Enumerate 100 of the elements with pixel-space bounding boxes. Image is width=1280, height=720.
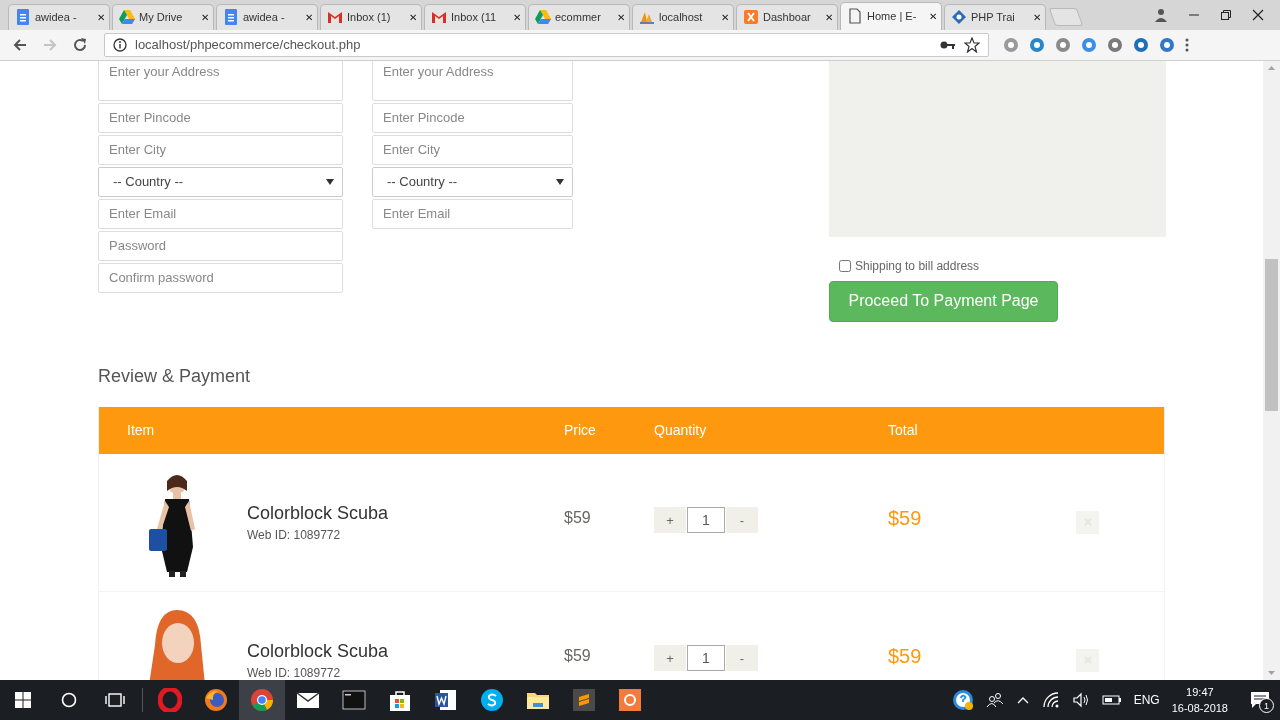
close-tab-button[interactable]: ✕ <box>617 11 625 23</box>
close-tab-button[interactable]: ✕ <box>97 11 105 23</box>
search-icon[interactable] <box>61 692 77 708</box>
menu-icon[interactable] <box>1185 37 1189 52</box>
browser-tab[interactable]: Inbox (1) ✕ <box>320 3 422 30</box>
close-tab-button[interactable]: ✕ <box>305 11 313 23</box>
user-icon[interactable] <box>1154 8 1168 22</box>
browser-tab[interactable]: My Drive ✕ <box>112 3 214 30</box>
wifi-icon[interactable] <box>1041 692 1060 708</box>
decrement-button[interactable]: - <box>726 645 758 672</box>
extension-icon[interactable] <box>1159 36 1175 53</box>
envelope-m-icon <box>327 9 343 26</box>
browser-tab[interactable]: Dashboar ✕ <box>736 3 838 30</box>
decrement-button[interactable]: - <box>726 507 758 534</box>
column-header: Quantity <box>654 422 708 439</box>
close-tab-button[interactable]: ✕ <box>721 11 729 23</box>
browser-tab[interactable]: PHP Trai ✕ <box>944 3 1046 30</box>
section-title: Review & Payment <box>98 365 251 387</box>
input-field[interactable]: Enter Email <box>98 198 343 229</box>
column-header: Price <box>564 422 597 439</box>
input-field[interactable]: Enter City <box>98 134 343 165</box>
shopping-bag-icon <box>388 688 412 712</box>
close-tab-button[interactable]: ✕ <box>409 11 417 23</box>
s-logo-icon <box>572 688 596 712</box>
password-field[interactable]: Password <box>98 230 343 261</box>
scrollbar-thumb[interactable] <box>1265 258 1278 411</box>
browser-tab[interactable]: Inbox (11 ✕ <box>424 3 526 30</box>
clock[interactable]: 19:47 16-08-2018 <box>1171 684 1228 716</box>
reload-icon[interactable] <box>72 36 88 53</box>
language-indicator[interactable]: ENG <box>1133 693 1160 707</box>
volume-icon[interactable] <box>1071 692 1090 708</box>
checkbox-label: Shipping to bill address <box>855 258 980 273</box>
input-field[interactable]: Enter Pincode <box>372 102 573 133</box>
document-icon <box>15 9 31 26</box>
password-field[interactable]: Confirm password <box>98 262 343 293</box>
extension-icon[interactable] <box>1081 36 1097 53</box>
caret-icon <box>556 178 564 185</box>
input-field[interactable]: Enter City <box>372 134 573 165</box>
task-view-icon[interactable] <box>105 692 125 708</box>
country-select[interactable]: -- Country -- <box>98 166 343 197</box>
quantity-field[interactable]: 1 <box>687 507 725 534</box>
quantity-field[interactable]: 1 <box>687 645 725 672</box>
total-price: $59 <box>888 506 922 530</box>
browser-tab[interactable]: ecommer ✕ <box>528 3 630 30</box>
column-header: Total <box>888 422 919 439</box>
browser-tab[interactable]: awidea - ✕ <box>216 3 318 30</box>
address-field[interactable]: Enter your Address <box>372 60 573 101</box>
browser-logo-icon <box>250 688 274 712</box>
extension-icon[interactable] <box>1133 36 1149 53</box>
battery-icon[interactable] <box>1101 694 1122 706</box>
windows-start-icon[interactable] <box>15 692 31 708</box>
web-id: Web ID: 1089772 <box>247 665 342 680</box>
square-logo-icon <box>743 9 759 26</box>
increment-button[interactable]: + <box>654 507 686 534</box>
triangle-icon <box>119 9 135 26</box>
browser-tab[interactable]: awidea - ✕ <box>8 3 110 30</box>
envelope-m-icon <box>431 9 447 26</box>
increment-button[interactable]: + <box>654 645 686 672</box>
address-bar[interactable]: localhost/phpecommerce/checkout.php <box>104 32 989 57</box>
terminal-icon <box>342 688 366 712</box>
help-icon[interactable] <box>951 689 974 711</box>
total-price: $59 <box>888 644 922 668</box>
browser-tab[interactable]: localhost ✕ <box>632 3 734 30</box>
fox-globe-icon <box>204 688 228 712</box>
extension-icon[interactable] <box>1029 36 1045 53</box>
extension-icon[interactable] <box>1055 36 1071 53</box>
close-tab-button[interactable]: ✕ <box>513 11 521 23</box>
close-tab-button[interactable]: ✕ <box>201 11 209 23</box>
caret-icon <box>326 178 334 185</box>
close-tab-button[interactable]: ✕ <box>929 10 937 22</box>
ring-icon <box>158 688 182 712</box>
chat-s-icon <box>480 688 504 712</box>
web-id: Web ID: 1089772 <box>247 527 342 542</box>
people-icon[interactable] <box>985 692 1004 708</box>
triangle-icon <box>535 9 551 26</box>
close-tab-button[interactable]: ✕ <box>1033 11 1041 23</box>
browser-tab[interactable]: Home | E- ✕ <box>840 1 942 30</box>
star-icon[interactable] <box>964 36 980 53</box>
price: $59 <box>564 509 591 528</box>
product-name: Colorblock Scuba <box>247 640 390 662</box>
document-icon <box>223 9 239 26</box>
checkbox[interactable] <box>839 259 851 272</box>
product-name: Colorblock Scuba <box>247 502 390 524</box>
page-icon <box>847 8 863 25</box>
chevron-up-icon[interactable] <box>1015 695 1030 705</box>
input-field[interactable]: Enter Pincode <box>98 102 343 133</box>
close-tab-button[interactable]: ✕ <box>825 11 833 23</box>
back-icon[interactable] <box>12 36 28 53</box>
key-icon[interactable] <box>940 39 956 50</box>
record-icon <box>618 688 642 712</box>
extension-icon[interactable] <box>1107 36 1123 53</box>
input-field[interactable]: Enter Email <box>372 198 573 229</box>
column-header: Item <box>127 422 156 439</box>
address-field[interactable]: Enter your Address <box>98 60 343 101</box>
notification-badge: 1 <box>1259 698 1274 713</box>
country-select[interactable]: -- Country -- <box>372 166 573 197</box>
extension-icon[interactable] <box>1003 36 1019 53</box>
close-icon[interactable] <box>1252 9 1264 21</box>
document-w-icon <box>434 688 458 712</box>
maximize-icon[interactable] <box>1220 9 1232 21</box>
